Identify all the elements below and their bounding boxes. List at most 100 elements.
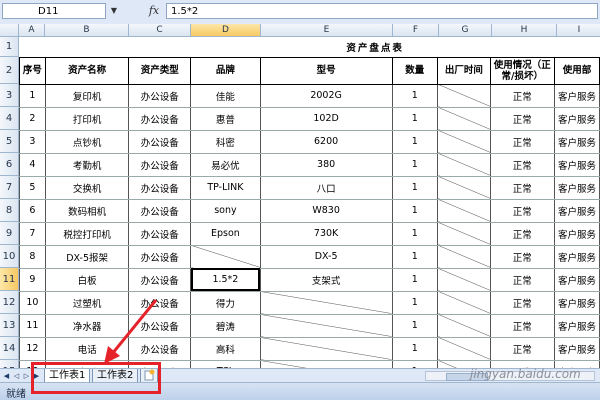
table-cell[interactable]: 2 — [19, 106, 46, 131]
table-cell[interactable] — [437, 106, 491, 131]
table-cell[interactable]: 正常 — [489, 83, 556, 108]
table-cell[interactable]: 11 — [19, 313, 46, 338]
table-cell[interactable]: W830 — [259, 198, 393, 223]
table-cell[interactable]: 客户服务 — [554, 313, 600, 338]
table-cell[interactable]: 102D — [259, 106, 393, 131]
table-cell[interactable]: 8 — [19, 244, 46, 269]
insert-function-icon[interactable]: fx — [145, 3, 163, 19]
table-cell[interactable] — [437, 244, 491, 269]
header-cell[interactable]: 出厂时间 — [437, 56, 491, 85]
column-header-d[interactable]: D — [191, 24, 261, 37]
table-cell[interactable]: 办公设备 — [128, 152, 192, 177]
table-cell[interactable]: TCL — [190, 359, 261, 368]
table-cell[interactable]: 客户服务 — [554, 198, 600, 223]
table-cell[interactable] — [259, 313, 393, 338]
table-cell[interactable]: 净水器 — [44, 313, 130, 338]
column-header-f[interactable]: F — [393, 24, 439, 37]
header-cell[interactable]: 资产类型 — [128, 56, 192, 85]
table-cell[interactable]: 正常 — [489, 336, 556, 361]
table-cell[interactable]: 正常 — [489, 244, 556, 269]
table-cell[interactable]: 佳能 — [190, 83, 261, 108]
table-cell[interactable]: 1 — [391, 175, 439, 200]
row-header-3[interactable]: 3 — [0, 84, 19, 107]
column-header-e[interactable]: E — [261, 24, 393, 37]
table-cell[interactable]: 1 — [391, 106, 439, 131]
table-cell[interactable]: 惠普 — [190, 106, 261, 131]
table-cell[interactable]: 380 — [259, 152, 393, 177]
table-cell[interactable]: 5 — [19, 175, 46, 200]
first-sheet-icon[interactable]: ◀ — [2, 369, 11, 383]
table-cell[interactable] — [259, 359, 393, 368]
table-cell[interactable]: 客户服务 — [554, 152, 600, 177]
empty-cell[interactable] — [555, 37, 600, 57]
table-cell[interactable]: 点钞机 — [44, 129, 130, 154]
table-cell[interactable]: 正常 — [489, 221, 556, 246]
table-cell[interactable]: 电话 — [44, 336, 130, 361]
table-cell[interactable]: 客户服务 — [554, 336, 600, 361]
table-cell[interactable]: 1 — [19, 83, 46, 108]
table-cell[interactable] — [437, 152, 491, 177]
sheet-grid[interactable]: 资产盘点表 序号 资产名称 资产类型 品牌 型号 数量 出厂时间 使用情况（正常/损坏） 使用部 1… — [19, 37, 600, 368]
table-cell[interactable]: 数码相机 — [44, 198, 130, 223]
column-header-b[interactable]: B — [45, 24, 129, 37]
table-cell[interactable]: sony — [190, 198, 261, 223]
row-header-4[interactable]: 4 — [0, 107, 19, 130]
table-cell[interactable]: 2002G — [259, 83, 393, 108]
table-cell[interactable]: 办公设备 — [128, 290, 192, 315]
row-header-12[interactable]: 12 — [0, 291, 19, 314]
header-cell[interactable]: 序号 — [19, 56, 46, 85]
table-cell[interactable]: 730K — [259, 221, 393, 246]
empty-cell[interactable] — [191, 37, 261, 57]
table-cell[interactable]: 八口 — [259, 175, 393, 200]
table-cell[interactable]: 办公设备 — [128, 106, 192, 131]
header-cell[interactable]: 数量 — [391, 56, 439, 85]
table-cell[interactable]: 办公设备 — [128, 221, 192, 246]
table-cell[interactable]: 碧涛 — [190, 313, 261, 338]
table-cell[interactable]: 1 — [391, 267, 439, 292]
table-cell[interactable] — [259, 290, 393, 315]
table-cell[interactable]: 复印机 — [44, 83, 130, 108]
row-header-11[interactable]: 11 — [0, 268, 19, 291]
name-box[interactable]: D11 — [2, 3, 106, 19]
table-cell[interactable]: 1 — [391, 336, 439, 361]
table-cell[interactable] — [437, 336, 491, 361]
empty-cell[interactable] — [490, 37, 554, 57]
column-header-c[interactable]: C — [129, 24, 191, 37]
row-header-9[interactable]: 9 — [0, 222, 19, 245]
table-cell[interactable]: 考勤机 — [44, 152, 130, 177]
next-sheet-icon[interactable]: ▷ — [22, 369, 31, 383]
table-cell[interactable]: 1 — [391, 129, 439, 154]
table-cell[interactable]: 交换机 — [44, 175, 130, 200]
header-cell[interactable]: 使用部 — [554, 56, 600, 85]
table-cell[interactable] — [437, 313, 491, 338]
table-cell[interactable]: 办公设备 — [128, 175, 192, 200]
table-cell[interactable]: 1 — [391, 290, 439, 315]
table-cell[interactable] — [437, 83, 491, 108]
table-cell[interactable]: 办公设备 — [128, 244, 192, 269]
header-cell[interactable]: 资产名称 — [44, 56, 130, 85]
table-cell[interactable]: 正常 — [489, 129, 556, 154]
table-cell[interactable]: 正常 — [489, 290, 556, 315]
table-cell[interactable]: 9 — [19, 267, 46, 292]
column-header-i[interactable]: I — [557, 24, 600, 37]
table-cell[interactable] — [259, 336, 393, 361]
table-cell[interactable]: 3 — [19, 129, 46, 154]
column-header-h[interactable]: H — [492, 24, 557, 37]
table-cell[interactable]: 高科 — [190, 336, 261, 361]
sheet-title[interactable]: 资产盘点表 — [260, 37, 491, 58]
table-cell[interactable]: DX-5报架 — [44, 244, 130, 269]
table-cell[interactable]: 正常 — [489, 175, 556, 200]
table-cell[interactable]: 1 — [391, 152, 439, 177]
table-cell[interactable]: 办公设备 — [128, 129, 192, 154]
table-cell[interactable]: 税控打印机 — [44, 221, 130, 246]
prev-sheet-icon[interactable]: ◁ — [12, 369, 21, 383]
table-cell[interactable]: 客户服务 — [554, 175, 600, 200]
table-cell[interactable] — [437, 290, 491, 315]
table-cell[interactable]: 客户服务 — [554, 129, 600, 154]
select-all-corner[interactable] — [0, 24, 19, 37]
table-cell[interactable]: 办公设备 — [128, 83, 192, 108]
table-cell[interactable]: 1 — [391, 313, 439, 338]
table-cell[interactable]: 12 — [19, 336, 46, 361]
table-cell[interactable]: 6 — [19, 198, 46, 223]
table-cell[interactable]: Epson — [190, 221, 261, 246]
